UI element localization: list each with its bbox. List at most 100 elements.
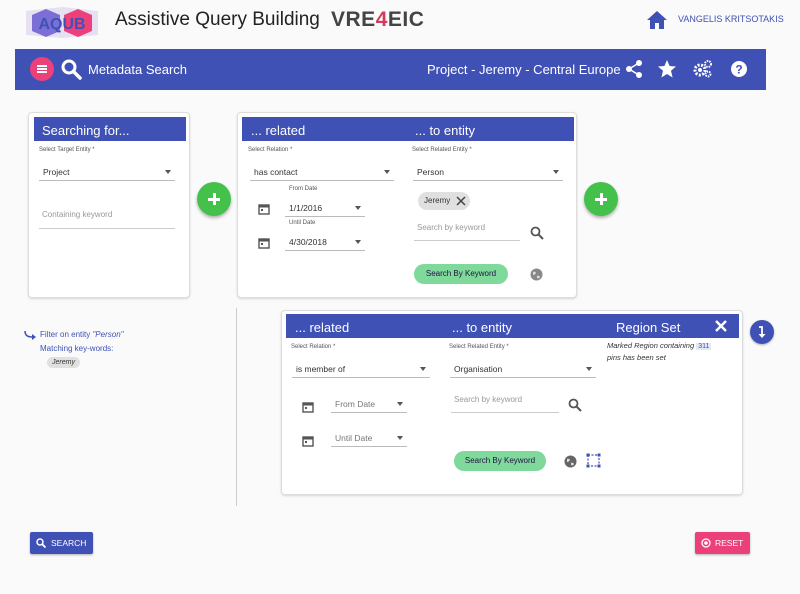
region-set-title: Region Set bbox=[616, 320, 681, 335]
chevron-down-icon bbox=[553, 170, 559, 174]
region-select-icon[interactable] bbox=[586, 453, 601, 468]
from-date-value: 1/1/2016 bbox=[289, 203, 323, 213]
help-icon[interactable]: ? bbox=[729, 59, 749, 79]
target-entity-select[interactable]: Project bbox=[39, 163, 175, 181]
related-entity-value: Person bbox=[417, 167, 444, 177]
search-icon[interactable] bbox=[568, 398, 582, 412]
to-entity-title: ... to entity bbox=[415, 123, 475, 138]
related-title: ... related bbox=[295, 320, 350, 335]
containing-keyword-input[interactable]: Containing keyword bbox=[39, 205, 175, 229]
share-icon[interactable] bbox=[624, 59, 644, 79]
add-relation-button[interactable] bbox=[197, 182, 231, 216]
searching-for-card: Searching for... Select Target Entity * … bbox=[28, 112, 190, 298]
keyword-search-placeholder: Search by keyword bbox=[454, 395, 523, 404]
turn-arrow-icon bbox=[24, 330, 36, 340]
region-info: Marked Region containing 311 pins has be… bbox=[607, 340, 737, 363]
settings-icon[interactable] bbox=[693, 59, 713, 79]
related-card-2: ... related ... to entity Region Set Sel… bbox=[281, 310, 743, 495]
menu-icon-line bbox=[37, 65, 47, 67]
add-relation-button-2[interactable] bbox=[584, 182, 618, 216]
chevron-down-icon bbox=[355, 240, 361, 244]
matching-keyword-chip: Jeremy bbox=[47, 357, 80, 368]
reset-button-label: RESET bbox=[715, 538, 744, 548]
until-date-placeholder: Until Date bbox=[335, 433, 373, 443]
until-date-label: Until Date bbox=[289, 220, 316, 226]
svg-text:?: ? bbox=[735, 63, 742, 77]
globe-icon[interactable] bbox=[530, 268, 543, 281]
brand-four: 4 bbox=[375, 8, 388, 31]
app-title: Assistive Query Building bbox=[115, 9, 320, 30]
from-date-label: From Date bbox=[289, 186, 318, 192]
arrow-down-icon bbox=[758, 326, 766, 338]
related-card-1-header: ... related ... to entity bbox=[242, 117, 574, 141]
region-text-1: Marked Region containing bbox=[607, 341, 695, 350]
svg-text:AQUB: AQUB bbox=[38, 16, 85, 33]
reset-icon bbox=[701, 538, 711, 548]
to-entity-title: ... to entity bbox=[452, 320, 512, 335]
from-date-input[interactable]: From Date bbox=[331, 395, 407, 413]
chevron-down-icon bbox=[397, 402, 403, 406]
home-icon[interactable] bbox=[646, 10, 668, 30]
chevron-down-icon bbox=[165, 170, 171, 174]
reset-button[interactable]: RESET bbox=[695, 532, 750, 554]
project-title: Project - Jeremy - Central Europe bbox=[427, 62, 621, 77]
chevron-down-icon bbox=[355, 206, 361, 210]
searching-for-header: Searching for... bbox=[34, 117, 186, 141]
matching-keywords-label: Matching key-words: bbox=[40, 344, 114, 353]
until-date-input[interactable]: 4/30/2018 bbox=[285, 233, 365, 251]
keyword-chip: Jeremy bbox=[418, 192, 470, 210]
brand-suffix: EIC bbox=[387, 8, 425, 31]
calendar-icon[interactable] bbox=[258, 203, 270, 215]
search-by-keyword-button[interactable]: Search By Keyword bbox=[414, 264, 508, 284]
related-entity-select[interactable]: Person bbox=[413, 163, 563, 181]
app-header: AQUB Assistive Query Building VRE4EIC VA… bbox=[0, 0, 800, 46]
relation-select[interactable]: has contact bbox=[250, 163, 394, 181]
region-count-badge: 311 bbox=[696, 343, 712, 350]
calendar-icon[interactable] bbox=[258, 237, 270, 249]
search-icon bbox=[36, 538, 46, 548]
globe-icon[interactable] bbox=[564, 455, 577, 468]
related-entity-select[interactable]: Organisation bbox=[450, 360, 596, 378]
relation-label: Select Relation * bbox=[248, 147, 293, 153]
region-text-2: pins has been set bbox=[607, 353, 666, 362]
keyword-search-input[interactable]: Search by keyword bbox=[414, 219, 520, 241]
menu-button[interactable] bbox=[30, 57, 54, 81]
chip-label: Jeremy bbox=[424, 196, 451, 205]
collapse-button[interactable] bbox=[750, 320, 774, 344]
until-date-input[interactable]: Until Date bbox=[331, 429, 407, 447]
target-entity-label: Select Target Entity * bbox=[39, 147, 95, 153]
brand-logo: VRE4EIC bbox=[331, 8, 424, 32]
target-entity-value: Project bbox=[43, 167, 70, 177]
search-icon bbox=[61, 59, 82, 80]
related-card-2-header: ... related ... to entity Region Set bbox=[286, 314, 739, 338]
brand-prefix: VRE bbox=[331, 8, 376, 31]
calendar-icon[interactable] bbox=[302, 435, 314, 447]
search-button-label: SEARCH bbox=[51, 538, 87, 548]
search-button[interactable]: SEARCH bbox=[30, 532, 93, 554]
username-link[interactable]: VANGELIS KRITSOTAKIS bbox=[678, 14, 784, 24]
chevron-down-icon bbox=[586, 367, 592, 371]
star-icon[interactable] bbox=[657, 59, 677, 79]
relation-select[interactable]: is member of bbox=[292, 360, 430, 378]
relation-value: has contact bbox=[254, 167, 298, 177]
close-icon[interactable] bbox=[456, 196, 466, 206]
from-date-input[interactable]: 1/1/2016 bbox=[285, 199, 365, 217]
chevron-down-icon bbox=[384, 170, 390, 174]
until-date-value: 4/30/2018 bbox=[289, 237, 327, 247]
related-entity-value: Organisation bbox=[454, 364, 503, 374]
chevron-down-icon bbox=[420, 367, 426, 371]
keyword-search-placeholder: Search by keyword bbox=[417, 223, 486, 232]
from-date-placeholder: From Date bbox=[335, 399, 376, 409]
aqub-logo: AQUB bbox=[26, 7, 98, 38]
filter-text: Filter on entity "Person" bbox=[40, 330, 124, 339]
related-entity-label: Select Related Entity * bbox=[412, 147, 472, 153]
filter-entity: "Person" bbox=[92, 330, 124, 339]
search-icon[interactable] bbox=[530, 226, 544, 240]
vertical-divider bbox=[236, 308, 237, 506]
search-by-keyword-button[interactable]: Search By Keyword bbox=[454, 451, 546, 471]
keyword-search-input[interactable]: Search by keyword bbox=[451, 391, 559, 413]
toolbar-title: Metadata Search bbox=[88, 62, 188, 77]
calendar-icon[interactable] bbox=[302, 401, 314, 413]
menu-icon-line bbox=[37, 68, 47, 70]
close-icon[interactable] bbox=[715, 320, 727, 332]
